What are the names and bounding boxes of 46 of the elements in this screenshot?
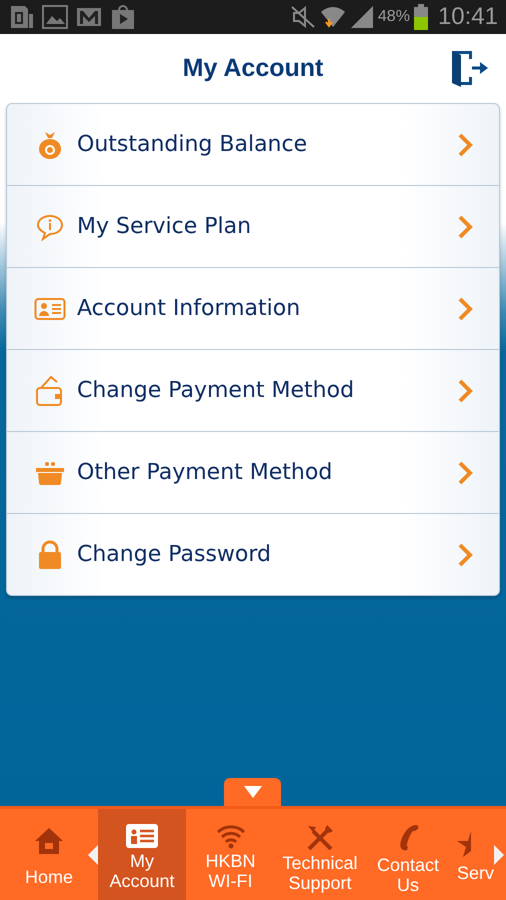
battery-percentage: 48% [378,8,410,26]
nav-label: Serv [457,863,494,883]
mute-icon [290,5,316,29]
collapse-tab[interactable] [224,778,281,806]
star-icon [457,831,471,857]
sim-card-icon [8,4,34,30]
nav-tab[interactable]: My Account [98,809,186,900]
signal-icon [350,5,374,29]
nav-label: Home [24,867,73,887]
page-title: My Account [182,54,324,82]
purse-icon [33,460,67,486]
menu-item[interactable]: My Service Plan [7,185,499,267]
menu-label: My Service Plan [77,214,252,239]
menu-item[interactable]: Outstanding Balance [7,104,499,185]
chevron-right-icon [457,132,473,156]
menu-item[interactable]: Change Password [7,513,499,595]
home-icon [34,827,64,855]
nav-label: Contact Us [376,855,440,895]
menu-label: Account Information [77,296,302,321]
wifi-icon [216,823,246,849]
nav-label: HKBN WI-FI [205,851,256,891]
chevron-right-icon [457,214,473,238]
image-icon [42,4,68,30]
chevron-right-icon [457,542,473,566]
tools-icon [305,823,335,851]
menu-item[interactable]: Other Payment Method [7,431,499,513]
caret-down-icon [244,786,262,798]
nav-label: My Account [109,851,175,891]
wifi-icon [320,4,346,30]
chevron-right-icon [457,296,473,320]
play-store-icon [110,4,136,30]
logout-icon[interactable] [450,49,490,87]
battery-icon [414,4,428,30]
menu-item[interactable]: Account Information [7,267,499,349]
menu-label: Change Password [77,542,272,567]
chevron-right-icon [457,378,473,402]
scroll-right-icon[interactable] [494,845,504,865]
id-card-icon [33,296,67,322]
clock-time: 10:41 [438,3,498,31]
menu-label: Change Payment Method [77,378,356,403]
menu-label: Other Payment Method [77,460,334,485]
id-card-icon [126,823,158,849]
chevron-right-icon [457,460,473,484]
menu-label: Outstanding Balance [77,132,308,157]
nav-label: Technical Support [282,853,358,893]
menu-item[interactable]: Change Payment Method [7,349,499,431]
